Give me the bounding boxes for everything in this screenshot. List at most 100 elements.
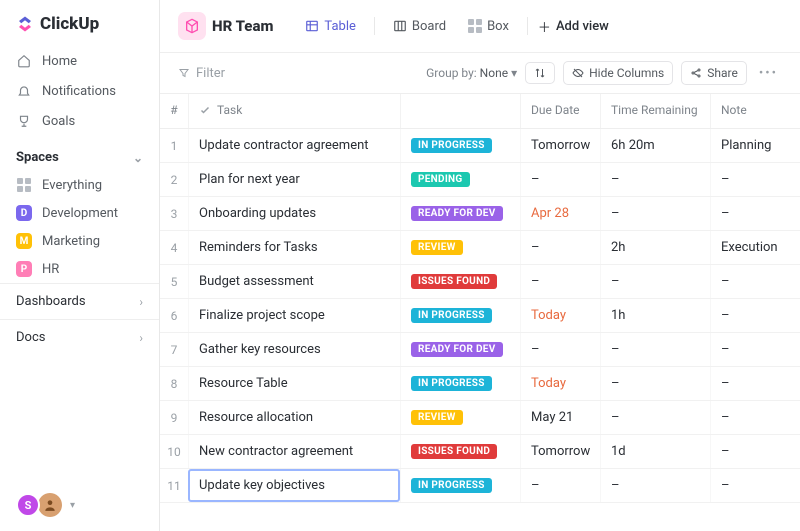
note-cell[interactable]: – (710, 265, 800, 298)
primary-nav: Home Notifications Goals (0, 44, 159, 138)
nav-notifications[interactable]: Notifications (0, 76, 159, 106)
table-row[interactable]: 6 Finalize project scope IN PROGRESS Tod… (160, 299, 800, 333)
time-remaining-cell[interactable]: 6h 20m (600, 129, 710, 162)
status-cell[interactable]: ISSUES FOUND (400, 265, 520, 298)
time-remaining-cell[interactable]: – (600, 265, 710, 298)
note-cell[interactable]: Planning (710, 129, 800, 162)
due-date-cell[interactable]: Today (520, 367, 600, 400)
view-table[interactable]: Table (297, 14, 363, 39)
task-name-cell[interactable]: New contractor agreement (188, 435, 400, 468)
spaces-header[interactable]: Spaces ⌄ (0, 138, 159, 171)
table-row[interactable]: 8 Resource Table IN PROGRESS Today – – (160, 367, 800, 401)
table-row[interactable]: 7 Gather key resources READY FOR DEV – –… (160, 333, 800, 367)
due-date-cell[interactable]: – (520, 163, 600, 196)
table-row[interactable]: 1 Update contractor agreement IN PROGRES… (160, 129, 800, 163)
note-cell[interactable]: – (710, 299, 800, 332)
row-number: 2 (160, 163, 188, 196)
time-remaining-cell[interactable]: – (600, 401, 710, 434)
more-menu[interactable]: ••• (755, 66, 782, 81)
task-name-cell[interactable]: Gather key resources (188, 333, 400, 366)
note-cell[interactable]: – (710, 435, 800, 468)
time-remaining-cell[interactable]: – (600, 367, 710, 400)
add-view-label: Add view (556, 19, 609, 34)
table-row[interactable]: 10 New contractor agreement ISSUES FOUND… (160, 435, 800, 469)
task-name-cell[interactable]: Update contractor agreement (188, 129, 400, 162)
sidebar-item-space[interactable]: PHR (0, 255, 159, 283)
due-date-cell[interactable]: Tomorrow (520, 435, 600, 468)
task-name-cell[interactable]: Resource Table (188, 367, 400, 400)
sidebar-item-space[interactable]: MMarketing (0, 227, 159, 255)
hide-columns-button[interactable]: Hide Columns (563, 61, 673, 85)
due-date-cell[interactable]: May 21 (520, 401, 600, 434)
brand-logo[interactable]: ClickUp (0, 0, 159, 44)
nav-home[interactable]: Home (0, 46, 159, 76)
table-row[interactable]: 3 Onboarding updates READY FOR DEV Apr 2… (160, 197, 800, 231)
time-remaining-cell[interactable]: – (600, 163, 710, 196)
space-label: Marketing (42, 234, 100, 249)
time-remaining-cell[interactable]: 1d (600, 435, 710, 468)
time-remaining-cell[interactable]: 1h (600, 299, 710, 332)
note-cell[interactable]: – (710, 163, 800, 196)
due-date-cell[interactable]: Apr 28 (520, 197, 600, 230)
time-remaining-cell[interactable]: – (600, 197, 710, 230)
table-row[interactable]: 5 Budget assessment ISSUES FOUND – – – (160, 265, 800, 299)
note-cell[interactable]: Execution (710, 231, 800, 264)
task-name-cell[interactable]: Finalize project scope (188, 299, 400, 332)
task-name-cell[interactable]: Update key objectives (188, 469, 400, 502)
time-remaining-cell[interactable]: 2h (600, 231, 710, 264)
nav-goals[interactable]: Goals (0, 106, 159, 136)
status-cell[interactable]: ISSUES FOUND (400, 435, 520, 468)
col-due[interactable]: Due Date (520, 94, 600, 128)
task-name-cell[interactable]: Onboarding updates (188, 197, 400, 230)
time-remaining-cell[interactable]: – (600, 469, 710, 502)
view-board[interactable]: Board (385, 14, 454, 39)
status-cell[interactable]: REVIEW (400, 231, 520, 264)
note-cell[interactable]: – (710, 469, 800, 502)
table-row[interactable]: 2 Plan for next year PENDING – – – (160, 163, 800, 197)
due-date-cell[interactable]: Tomorrow (520, 129, 600, 162)
status-badge: READY FOR DEV (411, 342, 503, 357)
col-num[interactable]: # (160, 94, 188, 128)
status-cell[interactable]: READY FOR DEV (400, 197, 520, 230)
note-cell[interactable]: – (710, 333, 800, 366)
sidebar-dashboards[interactable]: Dashboards › (0, 283, 159, 319)
group-by-selector[interactable]: Group by: None ▾ (426, 66, 517, 80)
col-note[interactable]: Note (710, 94, 800, 128)
due-date-cell[interactable]: – (520, 231, 600, 264)
add-view-button[interactable]: ＋ Add view (538, 17, 609, 36)
task-name-cell[interactable]: Budget assessment (188, 265, 400, 298)
sort-button[interactable] (525, 62, 555, 84)
time-remaining-cell[interactable]: – (600, 333, 710, 366)
note-cell[interactable]: – (710, 197, 800, 230)
due-date-cell[interactable]: Today (520, 299, 600, 332)
share-button[interactable]: Share (681, 61, 747, 85)
task-name-cell[interactable]: Plan for next year (188, 163, 400, 196)
status-cell[interactable]: IN PROGRESS (400, 129, 520, 162)
table-row[interactable]: 9 Resource allocation REVIEW May 21 – – (160, 401, 800, 435)
status-cell[interactable]: IN PROGRESS (400, 367, 520, 400)
note-cell[interactable]: – (710, 401, 800, 434)
main: HR Team Table Board Box ＋ Add view (160, 0, 800, 531)
sidebar-item-everything[interactable]: Everything (0, 171, 159, 199)
view-box[interactable]: Box (460, 14, 517, 39)
status-cell[interactable]: PENDING (400, 163, 520, 196)
sidebar-item-space[interactable]: DDevelopment (0, 199, 159, 227)
due-date-cell[interactable]: – (520, 333, 600, 366)
status-cell[interactable]: READY FOR DEV (400, 333, 520, 366)
task-name-cell[interactable]: Resource allocation (188, 401, 400, 434)
filter-icon (178, 67, 190, 79)
table-row[interactable]: 11 Update key objectives IN PROGRESS – –… (160, 469, 800, 503)
task-name-cell[interactable]: Reminders for Tasks (188, 231, 400, 264)
due-date-cell[interactable]: – (520, 469, 600, 502)
status-cell[interactable]: IN PROGRESS (400, 469, 520, 502)
table-row[interactable]: 4 Reminders for Tasks REVIEW – 2h Execut… (160, 231, 800, 265)
sidebar-docs[interactable]: Docs › (0, 319, 159, 355)
user-switcher[interactable]: S ▾ (0, 479, 159, 531)
status-cell[interactable]: REVIEW (400, 401, 520, 434)
filter-button[interactable]: Filter (178, 66, 225, 81)
note-cell[interactable]: – (710, 367, 800, 400)
due-date-cell[interactable]: – (520, 265, 600, 298)
status-cell[interactable]: IN PROGRESS (400, 299, 520, 332)
col-task[interactable]: Task (188, 94, 400, 128)
col-time[interactable]: Time Remaining (600, 94, 710, 128)
